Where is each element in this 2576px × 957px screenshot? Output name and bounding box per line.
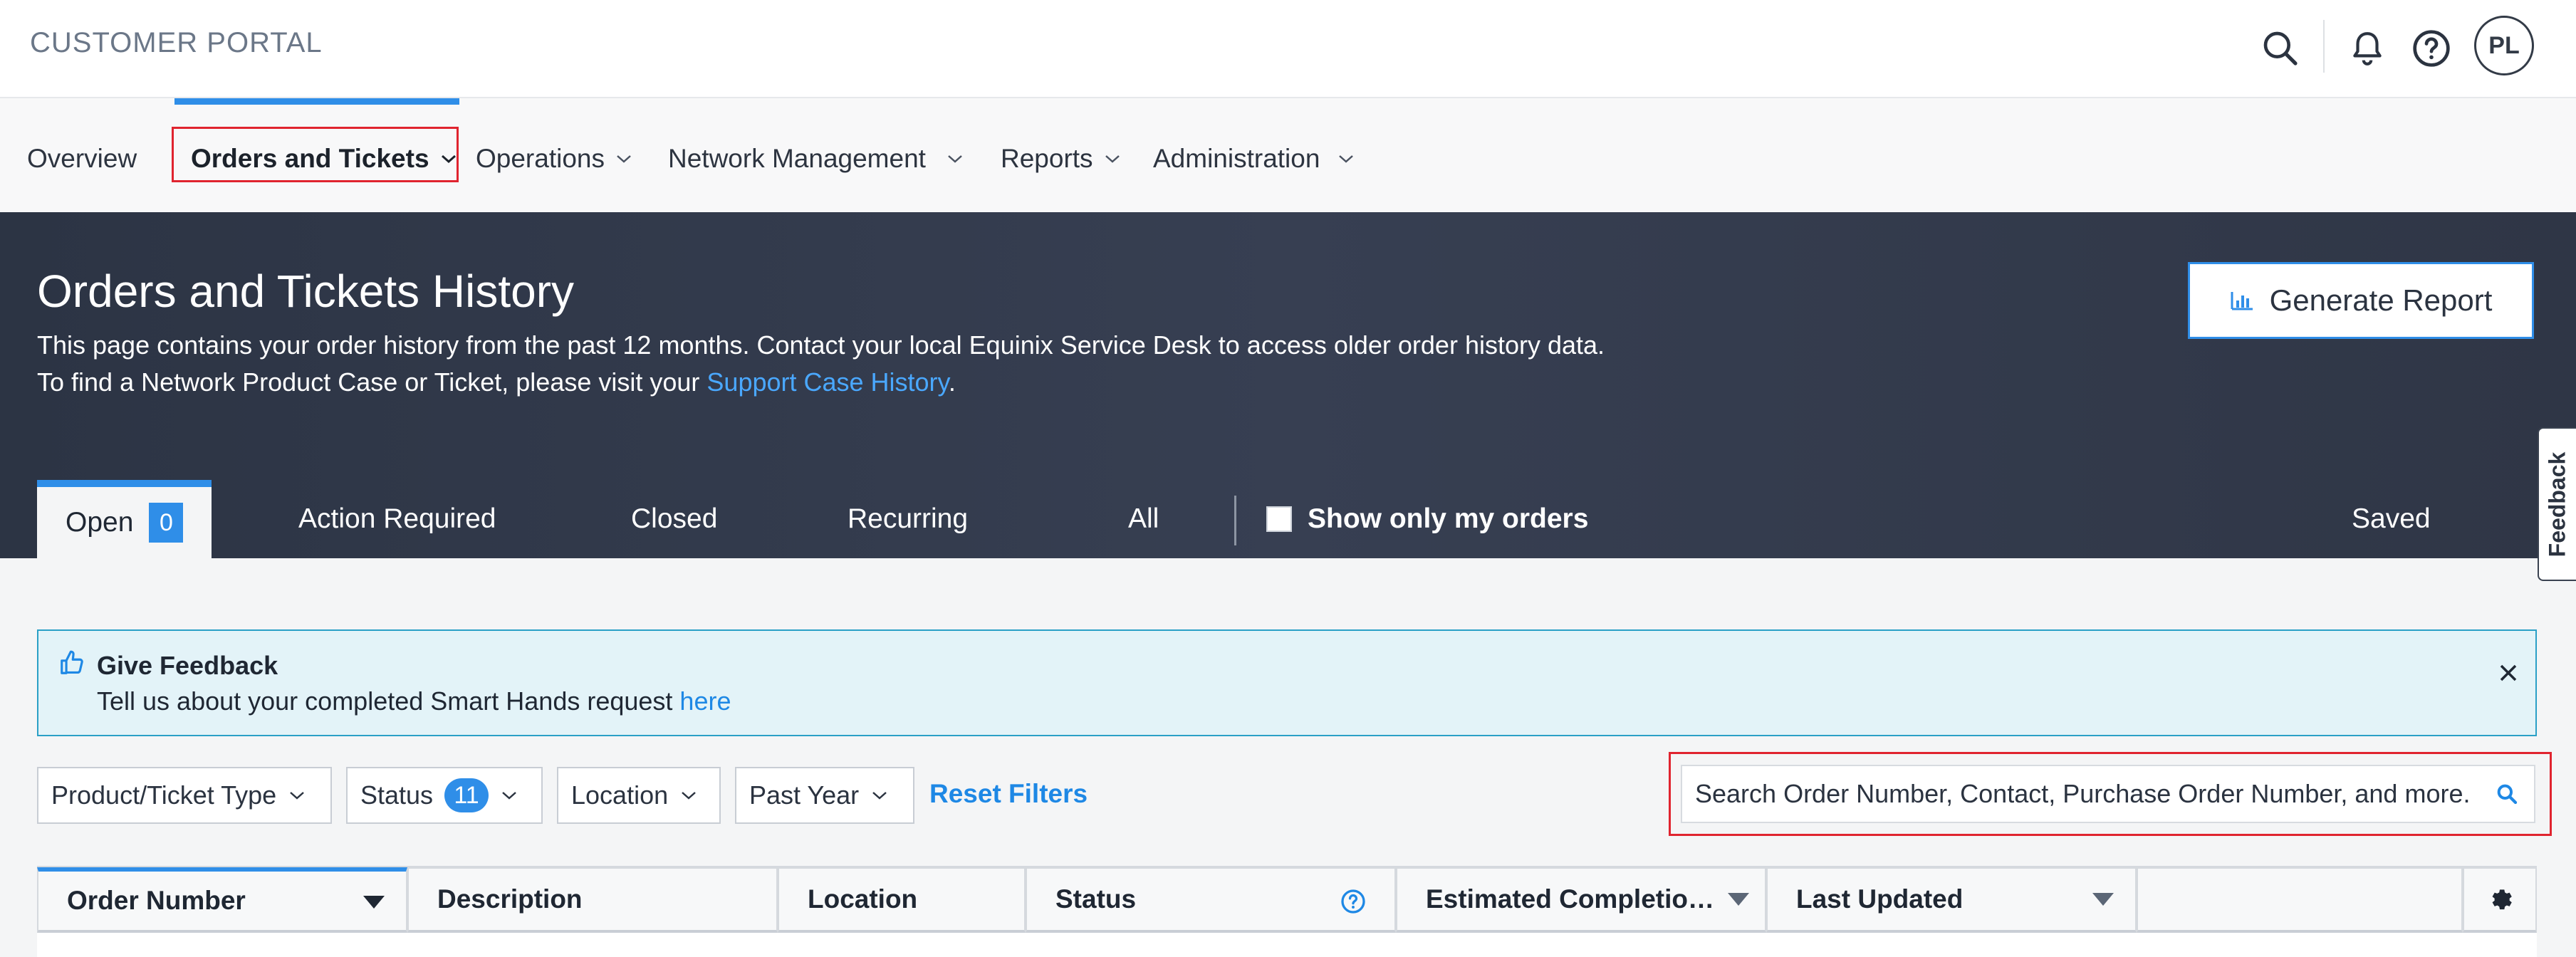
chevron-down-icon: [946, 152, 964, 165]
chevron-down-icon: [500, 789, 518, 802]
chevron-down-icon: [1337, 152, 1355, 165]
period-filter[interactable]: Past Year: [735, 767, 914, 824]
hero-support-line: To find a Network Product Case or Ticket…: [37, 367, 956, 397]
nav-item-orders-and-tickets[interactable]: Orders and Tickets: [191, 131, 458, 187]
tab-label: Saved: [2352, 503, 2431, 534]
filter-label: Product/Ticket Type: [51, 780, 277, 810]
show-only-my-orders-checkbox[interactable]: [1266, 506, 1292, 532]
column-header-status[interactable]: Status: [1026, 867, 1396, 933]
filter-label: Location: [571, 780, 669, 810]
tab-label: All: [1128, 503, 1159, 534]
banner-title: Give Feedback: [97, 651, 278, 680]
orders-table: Order Number Description Location Status…: [37, 866, 2537, 957]
column-header-order-number[interactable]: Order Number: [37, 867, 407, 933]
hero-description: This page contains your order history fr…: [37, 330, 1605, 360]
tab-saved[interactable]: Saved: [2352, 480, 2431, 558]
column-header-estimated-completion[interactable]: Estimated Completio…: [1396, 867, 1766, 933]
support-case-history-link[interactable]: Support Case History: [706, 367, 948, 397]
avatar[interactable]: PL: [2474, 16, 2534, 75]
side-feedback-tab[interactable]: Feedback: [2538, 427, 2576, 581]
nav-item-label: Operations: [476, 144, 605, 173]
nav-item-label: Overview: [27, 144, 137, 173]
tab-label: Closed: [631, 503, 718, 534]
banner-text-prefix: Tell us about your completed Smart Hands…: [97, 686, 680, 716]
main-nav: Overview Orders and Tickets Operations N…: [0, 98, 2576, 212]
hero-support-suffix: .: [948, 367, 956, 397]
chevron-down-icon: [679, 789, 698, 802]
column-label: Estimated Completio…: [1426, 884, 1714, 914]
column-label: Last Updated: [1796, 884, 1964, 914]
gear-icon[interactable]: [2486, 886, 2513, 913]
page-hero: Orders and Tickets History This page con…: [0, 212, 2576, 558]
search-input[interactable]: [1682, 778, 2487, 810]
tab-open[interactable]: Open 0: [37, 480, 212, 558]
bell-icon[interactable]: [2337, 19, 2397, 78]
sort-down-icon[interactable]: [2092, 893, 2114, 906]
top-divider: [2323, 20, 2325, 73]
show-only-my-orders-toggle[interactable]: Show only my orders: [1266, 480, 1588, 558]
feedback-banner: Give Feedback Tell us about your complet…: [37, 629, 2537, 736]
open-count-badge: 0: [149, 503, 184, 543]
banner-text: Tell us about your completed Smart Hands…: [97, 686, 731, 716]
nav-item-label: Network Management: [668, 144, 926, 173]
column-label: Location: [808, 884, 918, 914]
generate-report-label: Generate Report: [2269, 283, 2493, 317]
search-box: [1681, 765, 2535, 823]
column-label: Status: [1055, 884, 1137, 914]
nav-item-overview[interactable]: Overview: [27, 131, 137, 187]
banner-here-link[interactable]: here: [679, 686, 731, 716]
search-icon[interactable]: [2251, 19, 2310, 78]
top-bar: CUSTOMER PORTAL PL: [0, 0, 2576, 98]
status-filter[interactable]: Status 11: [346, 767, 543, 824]
nav-item-administration[interactable]: Administration: [1153, 131, 1355, 187]
tab-divider: [1234, 496, 1236, 545]
tab-label: Open: [66, 507, 134, 538]
product-type-filter[interactable]: Product/Ticket Type: [37, 767, 332, 824]
search-icon[interactable]: [2487, 774, 2527, 814]
sort-down-icon[interactable]: [1728, 893, 1749, 906]
column-label: Order Number: [67, 886, 246, 915]
location-filter[interactable]: Location: [557, 767, 721, 824]
brand-title[interactable]: CUSTOMER PORTAL: [30, 27, 323, 59]
chevron-down-icon: [288, 789, 306, 802]
filter-label: Status: [360, 780, 434, 810]
chevron-down-icon: [870, 789, 889, 802]
thumbs-up-icon: [58, 649, 85, 676]
column-header-description[interactable]: Description: [407, 867, 778, 933]
sort-down-icon[interactable]: [363, 896, 385, 909]
nav-item-label: Administration: [1153, 144, 1320, 173]
nav-item-reports[interactable]: Reports: [1001, 131, 1122, 187]
nav-active-indicator: [174, 98, 459, 105]
tab-closed[interactable]: Closed: [631, 480, 717, 558]
page-title: Orders and Tickets History: [37, 266, 574, 317]
chevron-down-icon: [1103, 152, 1122, 165]
column-header-location[interactable]: Location: [778, 867, 1026, 933]
side-feedback-label: Feedback: [2544, 451, 2570, 557]
nav-item-network-management[interactable]: Network Management: [668, 131, 964, 187]
column-header-empty: [2137, 867, 2463, 933]
tab-action-required[interactable]: Action Required: [298, 480, 496, 558]
generate-report-button[interactable]: Generate Report: [2188, 262, 2534, 339]
close-icon[interactable]: [2491, 655, 2526, 691]
tab-all[interactable]: All: [1128, 480, 1159, 558]
help-icon[interactable]: [1340, 889, 1366, 914]
column-label: Description: [437, 884, 583, 914]
column-header-last-updated[interactable]: Last Updated: [1766, 867, 2137, 933]
filter-label: Past Year: [749, 780, 860, 810]
show-only-my-orders-label: Show only my orders: [1308, 503, 1589, 534]
chevron-down-icon: [615, 152, 633, 165]
column-settings[interactable]: [2463, 867, 2537, 933]
nav-item-label: Orders and Tickets: [191, 144, 429, 173]
tab-label: Recurring: [848, 503, 969, 534]
nav-item-operations[interactable]: Operations: [476, 131, 633, 187]
hero-support-prefix: To find a Network Product Case or Ticket…: [37, 367, 707, 397]
tab-recurring[interactable]: Recurring: [848, 480, 968, 558]
bar-chart-icon: [2230, 290, 2270, 311]
status-count-badge: 11: [444, 778, 489, 812]
tab-label: Action Required: [298, 503, 496, 534]
chevron-down-icon: [439, 152, 458, 165]
reset-filters-link[interactable]: Reset Filters: [929, 779, 1088, 809]
nav-item-label: Reports: [1001, 144, 1093, 173]
help-icon[interactable]: [2402, 19, 2461, 78]
